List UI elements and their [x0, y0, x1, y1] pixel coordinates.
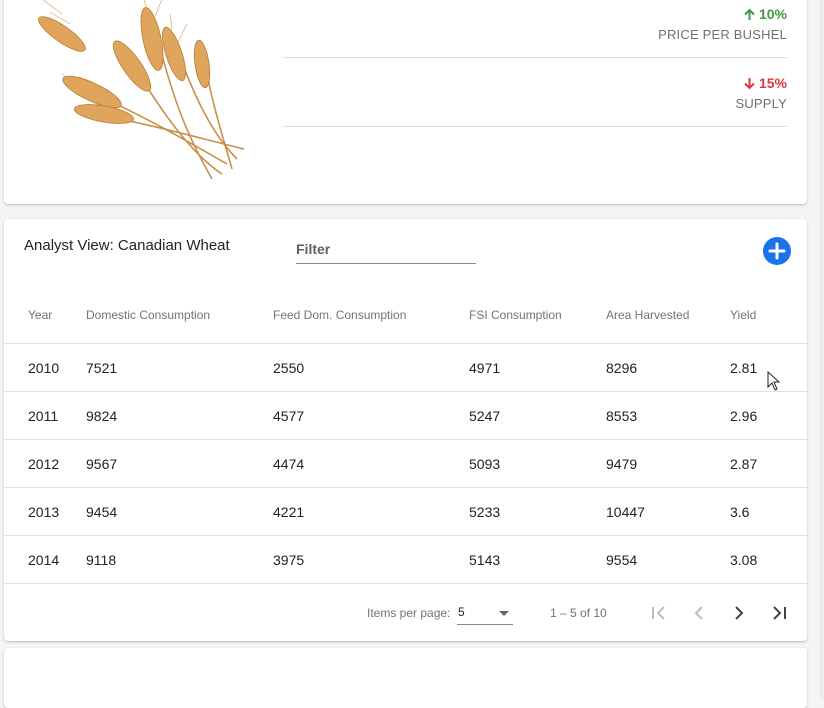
consumption-table: Year Domestic Consumption Feed Dom. Cons… — [4, 287, 807, 584]
analyst-view-title: Analyst View: Canadian Wheat — [24, 237, 230, 254]
arrow-down-icon — [744, 77, 755, 89]
price-per-bushel-stat: 10% PRICE PER BUSHEL — [658, 6, 787, 42]
cell-year: 2010 — [4, 343, 86, 392]
cell-yield: 3.6 — [730, 487, 807, 536]
cell-area-harvested: 8296 — [606, 343, 730, 392]
filter-input[interactable] — [296, 241, 476, 257]
cell-feed-dom-consumption: 4221 — [273, 487, 469, 536]
next-page-button[interactable] — [727, 601, 751, 625]
table-row[interactable]: 2013 9454 4221 5233 10447 3.6 — [4, 487, 807, 536]
cell-fsi-consumption: 5247 — [469, 391, 606, 440]
cell-fsi-consumption: 4971 — [469, 343, 606, 392]
items-per-page-select[interactable]: 5 — [457, 602, 513, 625]
cell-domestic-consumption: 9567 — [86, 439, 273, 488]
cell-year: 2011 — [4, 391, 86, 440]
paginator: Items per page: 5 1 – 5 of 10 — [4, 589, 807, 639]
previous-page-button[interactable] — [687, 601, 711, 625]
cell-fsi-consumption: 5093 — [469, 439, 606, 488]
add-row-button[interactable] — [763, 237, 791, 265]
chevron-left-icon — [694, 606, 703, 620]
table-row[interactable]: 2012 9567 4474 5093 9479 2.87 — [4, 439, 807, 488]
column-header-feed-dom-consumption[interactable]: Feed Dom. Consumption — [273, 287, 469, 344]
column-header-year[interactable]: Year — [4, 287, 86, 344]
table-row[interactable]: 2011 9824 4577 5247 8553 2.96 — [4, 391, 807, 440]
cell-fsi-consumption: 5233 — [469, 487, 606, 536]
market-summary-card: 10% PRICE PER BUSHEL 15% SUPPLY — [4, 0, 807, 204]
mouse-cursor-icon — [767, 371, 781, 391]
add-circle-icon — [768, 242, 786, 260]
column-header-domestic-consumption[interactable]: Domestic Consumption — [86, 287, 273, 344]
cell-yield: 2.87 — [730, 439, 807, 488]
items-per-page-label: Items per page: — [367, 606, 451, 620]
cell-domestic-consumption: 9118 — [86, 535, 273, 584]
bottom-card — [4, 648, 807, 708]
page-range-label: 1 – 5 of 10 — [550, 606, 607, 620]
first-page-icon — [652, 606, 665, 620]
price-label: PRICE PER BUSHEL — [658, 27, 787, 42]
divider — [283, 57, 787, 58]
cell-feed-dom-consumption: 3975 — [273, 535, 469, 584]
cell-area-harvested: 10447 — [606, 487, 730, 536]
cell-year: 2014 — [4, 535, 86, 584]
cell-domestic-consumption: 9824 — [86, 391, 273, 440]
analyst-view-card: Analyst View: Canadian Wheat Year Domest… — [4, 219, 807, 641]
dropdown-arrow-icon — [499, 611, 509, 616]
table-row[interactable]: 2010 7521 2550 4971 8296 2.81 — [4, 343, 807, 392]
last-page-icon — [773, 606, 786, 620]
column-header-yield[interactable]: Yield — [730, 287, 807, 344]
filter-field[interactable] — [296, 241, 476, 264]
cell-domestic-consumption: 7521 — [86, 343, 273, 392]
cell-feed-dom-consumption: 4577 — [273, 391, 469, 440]
cell-feed-dom-consumption: 2550 — [273, 343, 469, 392]
cell-yield: 3.08 — [730, 535, 807, 584]
price-change-value: 10% — [758, 6, 787, 22]
side-panel-edge — [820, 0, 824, 699]
supply-stat: 15% SUPPLY — [735, 75, 787, 111]
cell-area-harvested: 9554 — [606, 535, 730, 584]
supply-change: 15% — [735, 75, 787, 91]
first-page-button[interactable] — [647, 601, 671, 625]
arrow-up-icon — [744, 8, 755, 20]
price-change: 10% — [658, 6, 787, 22]
table-row[interactable]: 2014 9118 3975 5143 9554 3.08 — [4, 535, 807, 584]
cell-area-harvested: 9479 — [606, 439, 730, 488]
chevron-right-icon — [735, 606, 744, 620]
supply-change-value: 15% — [758, 75, 787, 91]
cell-yield: 2.96 — [730, 391, 807, 440]
column-header-fsi-consumption[interactable]: FSI Consumption — [469, 287, 606, 344]
last-page-button[interactable] — [767, 601, 791, 625]
cell-year: 2013 — [4, 487, 86, 536]
column-header-area-harvested[interactable]: Area Harvested — [606, 287, 730, 344]
cell-feed-dom-consumption: 4474 — [273, 439, 469, 488]
wheat-image — [38, 0, 245, 180]
cell-area-harvested: 8553 — [606, 391, 730, 440]
supply-label: SUPPLY — [735, 96, 787, 111]
cell-year: 2012 — [4, 439, 86, 488]
items-per-page-value: 5 — [458, 605, 465, 619]
table-header-row: Year Domestic Consumption Feed Dom. Cons… — [4, 287, 807, 344]
divider — [283, 126, 787, 127]
cell-fsi-consumption: 5143 — [469, 535, 606, 584]
cell-domestic-consumption: 9454 — [86, 487, 273, 536]
